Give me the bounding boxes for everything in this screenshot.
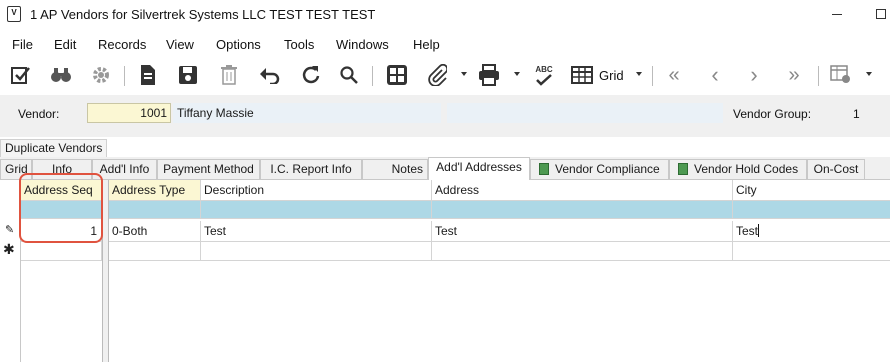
grid-view-label[interactable]: Grid — [599, 68, 624, 83]
new-row-icon: ✱ — [3, 241, 15, 257]
tab-on-cost[interactable]: On-Cost — [807, 159, 865, 179]
column-header-description[interactable]: Description — [201, 180, 432, 201]
frozen-column-splitter[interactable] — [102, 180, 109, 362]
menu-windows[interactable]: Windows — [336, 37, 389, 52]
last-icon[interactable]: » — [783, 63, 805, 87]
new-row-cell-city[interactable] — [733, 242, 890, 261]
vendor-group-value: 1 — [853, 107, 860, 121]
text-cursor — [758, 224, 759, 237]
edit-check-icon[interactable] — [8, 63, 34, 87]
printer-dropdown-icon[interactable] — [514, 72, 520, 76]
cell-description[interactable]: Test — [201, 221, 432, 242]
cell-address-type[interactable]: 0-Both — [109, 221, 201, 242]
menu-view[interactable]: View — [166, 37, 194, 52]
vendor-label: Vendor: — [18, 107, 60, 121]
green-document-icon — [678, 163, 688, 175]
green-document-icon — [539, 163, 549, 175]
binoculars-icon[interactable] — [48, 63, 74, 87]
minimize-icon[interactable] — [832, 14, 842, 15]
filter-cell-address[interactable] — [432, 201, 733, 219]
window-title: 1 AP Vendors for Silvertrek Systems LLC … — [30, 7, 376, 22]
paperclip-dropdown-icon[interactable] — [461, 72, 467, 76]
new-row-cell-address-type[interactable] — [109, 242, 201, 261]
grid-settings-dropdown-icon[interactable] — [866, 72, 872, 76]
spellcheck-label: ABC — [535, 64, 553, 74]
addresses-grid: Address Seq Address Type Description Add… — [0, 180, 890, 362]
search-icon[interactable] — [337, 63, 361, 87]
vendor-number-field[interactable]: 1001 — [87, 103, 171, 123]
toolbar-separator — [124, 66, 125, 86]
toolbar-separator — [818, 66, 819, 86]
paperclip-icon[interactable] — [424, 63, 450, 87]
new-row-cell-address-seq[interactable] — [21, 242, 102, 261]
address-seq-highlight — [19, 173, 103, 243]
menu-file[interactable]: File — [12, 37, 33, 52]
grid-icon[interactable] — [570, 63, 594, 87]
new-row-cell-address[interactable] — [432, 242, 733, 261]
tab-vendor-hold-codes-label: Vendor Hold Codes — [694, 162, 799, 176]
next-icon[interactable]: › — [743, 62, 765, 87]
new-row-cell-description[interactable] — [201, 242, 432, 261]
tab-strip: Grid Info Add'l Info Payment Method I.C.… — [0, 157, 890, 180]
trash-icon[interactable] — [217, 63, 241, 87]
calculator-icon[interactable] — [384, 63, 410, 87]
toolbar: ABC Grid « ‹ › » — [0, 58, 890, 92]
title-bar: V 1 AP Vendors for Silvertrek Systems LL… — [0, 0, 890, 30]
cell-address[interactable]: Test — [432, 221, 733, 242]
app-icon: V — [7, 6, 21, 22]
cell-city[interactable]: Test — [733, 221, 890, 242]
spellcheck-icon[interactable]: ABC — [531, 63, 557, 87]
first-icon[interactable]: « — [663, 63, 685, 87]
document-icon[interactable] — [136, 63, 160, 87]
toolbar-separator — [652, 66, 653, 86]
column-header-city-label: City — [736, 183, 757, 197]
printer-icon[interactable] — [476, 63, 502, 87]
row-header-column — [0, 180, 21, 362]
previous-icon[interactable]: ‹ — [704, 62, 726, 87]
filter-cell-city[interactable] — [733, 201, 890, 219]
tab-vendor-compliance[interactable]: Vendor Compliance — [530, 159, 669, 179]
vendor-name-field: Tiffany Massie — [173, 103, 441, 123]
menu-edit[interactable]: Edit — [54, 37, 76, 52]
tab-addl-addresses[interactable]: Add'l Addresses — [428, 157, 530, 180]
grid-settings-icon[interactable] — [828, 63, 854, 87]
undo-icon[interactable] — [257, 63, 283, 87]
tab-payment-method[interactable]: Payment Method — [157, 159, 260, 179]
column-header-address-type[interactable]: Address Type — [109, 180, 201, 201]
toolbar-separator — [372, 66, 373, 86]
maximize-icon[interactable] — [876, 9, 886, 19]
tab-duplicate-vendors[interactable]: Duplicate Vendors — [0, 139, 108, 157]
gear-icon[interactable] — [88, 63, 114, 87]
menu-bar: File Edit Records View Options Tools Win… — [0, 33, 890, 55]
tab-ic-report-info[interactable]: I.C. Report Info — [260, 159, 362, 179]
tab-notes[interactable]: Notes — [362, 159, 428, 179]
grid-dropdown-icon[interactable] — [636, 72, 642, 76]
menu-options[interactable]: Options — [216, 37, 261, 52]
column-header-address[interactable]: Address — [432, 180, 733, 201]
tab-vendor-hold-codes[interactable]: Vendor Hold Codes — [669, 159, 807, 179]
vendor-group-label: Vendor Group: — [733, 107, 812, 121]
filter-cell-address-type[interactable] — [109, 201, 201, 219]
tab-vendor-compliance-label: Vendor Compliance — [555, 162, 660, 176]
menu-records[interactable]: Records — [98, 37, 146, 52]
column-header-city[interactable]: City — [733, 180, 890, 201]
filter-cell-description[interactable] — [201, 201, 432, 219]
save-icon[interactable] — [176, 63, 200, 87]
pencil-icon: ✎ — [5, 224, 15, 236]
menu-tools[interactable]: Tools — [284, 37, 314, 52]
vendor-extra-field — [447, 103, 723, 123]
menu-help[interactable]: Help — [413, 37, 440, 52]
refresh-icon[interactable] — [297, 63, 323, 87]
